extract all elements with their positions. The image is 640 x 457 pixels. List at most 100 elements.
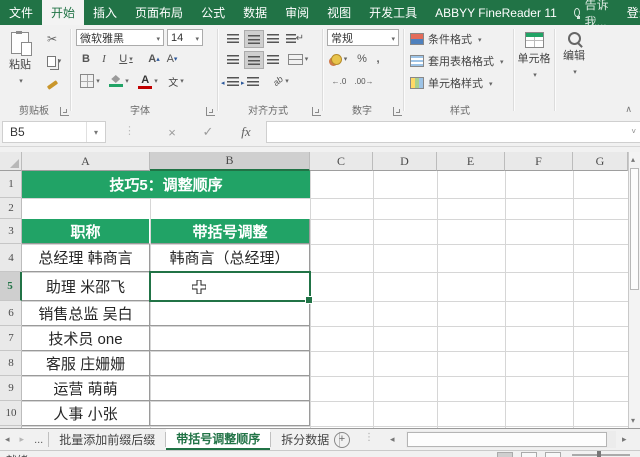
column-header-f[interactable]: F [505, 152, 573, 171]
row-header-1[interactable]: 1 [0, 171, 22, 198]
percent-style-button[interactable]: % [354, 51, 370, 67]
sheet-tab-bracket-reorder[interactable]: 带括号调整顺序 [166, 429, 270, 450]
formula-expand-icon[interactable]: ˅ [631, 127, 636, 136]
hscroll-right-icon[interactable]: ▸ [622, 429, 627, 450]
row-header-2[interactable]: 2 [0, 198, 22, 219]
align-center-button[interactable] [244, 51, 264, 69]
formula-input[interactable] [266, 121, 640, 143]
row-header-10[interactable]: 10 [0, 401, 22, 426]
clipboard-dialog-launcher[interactable] [60, 107, 69, 116]
row-header-5[interactable]: 5 [0, 272, 22, 301]
cell-b9[interactable] [150, 376, 310, 401]
tab-view[interactable]: 视图 [318, 0, 360, 25]
enter-button[interactable]: ✓ [192, 121, 224, 143]
tab-developer[interactable]: 开发工具 [360, 0, 426, 25]
cut-button[interactable] [42, 31, 62, 47]
tab-review[interactable]: 审阅 [276, 0, 318, 25]
align-left-button[interactable] [224, 51, 242, 67]
cell-styles-button[interactable]: 单元格样式 [410, 74, 493, 92]
page-layout-view-button[interactable] [521, 452, 537, 457]
tab-page-layout[interactable]: 页面布局 [126, 0, 192, 25]
hscroll-left-icon[interactable]: ◂ [390, 429, 395, 450]
cancel-button[interactable]: × [156, 121, 188, 143]
column-header-c[interactable]: C [310, 152, 373, 171]
cell-a1-title[interactable]: 技巧5：调整顺序 [22, 171, 310, 198]
align-bottom-button[interactable] [264, 30, 282, 46]
name-box[interactable]: B5 ▾ [2, 121, 106, 143]
row-header-4[interactable]: 4 [0, 244, 22, 272]
tab-abbyy[interactable]: ABBYY FineReader 11 [426, 0, 566, 25]
align-top-button[interactable] [224, 30, 242, 46]
row-header-8[interactable]: 8 [0, 351, 22, 376]
format-as-table-button[interactable]: 套用表格格式 [410, 52, 504, 70]
cell-b7[interactable] [150, 326, 310, 351]
cell-a5[interactable]: 助理 米邵飞 [22, 272, 150, 301]
decrease-indent-button[interactable]: ◂ [224, 73, 242, 89]
sheet-nav-next-icon[interactable]: ▸ [15, 429, 30, 450]
copy-button[interactable] [42, 53, 66, 69]
tab-formulas[interactable]: 公式 [192, 0, 234, 25]
cell-b6[interactable] [150, 301, 310, 326]
collapse-ribbon-icon[interactable]: ∧ [625, 104, 632, 115]
horizontal-scroll-thumb[interactable] [407, 432, 607, 447]
scroll-up-icon[interactable]: ▴ [631, 155, 635, 164]
horizontal-scrollbar[interactable] [406, 431, 616, 448]
font-size-combo[interactable]: 14 [167, 29, 203, 46]
accounting-format-button[interactable] [328, 51, 350, 67]
cells-button[interactable]: 单元格 [516, 28, 552, 102]
row-header-6[interactable]: 6 [0, 301, 22, 326]
tab-home[interactable]: 开始 [42, 0, 84, 25]
comma-style-button[interactable]: , [372, 51, 384, 67]
sign-in-button[interactable]: 登录 [618, 0, 640, 25]
cell-a10[interactable]: 人事 小张 [22, 401, 150, 426]
underline-button[interactable]: U [114, 51, 138, 67]
editing-button[interactable]: 编辑 [556, 28, 592, 102]
shrink-font-button[interactable]: A▾ [164, 51, 180, 67]
wrap-text-button[interactable] [286, 30, 304, 46]
orientation-button[interactable] [268, 73, 294, 89]
align-middle-button[interactable] [244, 30, 264, 48]
cell-a8[interactable]: 客服 庄姗姗 [22, 351, 150, 376]
decrease-decimal-button[interactable] [352, 73, 376, 89]
zoom-slider-thumb[interactable] [597, 451, 601, 457]
cell-a9[interactable]: 运营 萌萌 [22, 376, 150, 401]
row-header-3[interactable]: 3 [0, 219, 22, 244]
increase-decimal-button[interactable] [328, 73, 350, 89]
tab-file[interactable]: 文件 [0, 0, 42, 25]
cell-b10[interactable] [150, 401, 310, 426]
font-name-combo[interactable]: 微软雅黑 [76, 29, 164, 46]
font-color-button[interactable]: A [136, 73, 160, 89]
paste-button[interactable]: 粘贴 [2, 28, 38, 102]
row-header-9[interactable]: 9 [0, 376, 22, 401]
cell-b3-header[interactable]: 带括号调整 [151, 219, 310, 244]
sheet-nav-prev-icon[interactable]: ◂ [0, 429, 15, 450]
borders-button[interactable] [78, 73, 102, 89]
cell-a6[interactable]: 销售总监 吴白 [22, 301, 150, 326]
format-painter-button[interactable] [42, 77, 62, 93]
scroll-down-icon[interactable]: ▾ [631, 416, 635, 425]
bold-button[interactable]: B [78, 51, 94, 67]
align-dialog-launcher[interactable] [312, 107, 321, 116]
tab-insert[interactable]: 插入 [84, 0, 126, 25]
column-header-d[interactable]: D [373, 152, 437, 171]
tab-data[interactable]: 数据 [234, 0, 276, 25]
number-dialog-launcher[interactable] [393, 107, 402, 116]
vertical-scroll-thumb[interactable] [630, 168, 639, 290]
cell-b8[interactable] [150, 351, 310, 376]
cell-a4[interactable]: 总经理 韩商言 [22, 244, 150, 272]
conditional-formatting-button[interactable]: 条件格式 [410, 30, 482, 48]
sheet-tab-split-data[interactable]: 拆分数据 [271, 429, 339, 450]
align-right-button[interactable] [264, 51, 282, 67]
vertical-scrollbar[interactable]: ▴ ▾ [628, 152, 640, 428]
row-header-7[interactable]: 7 [0, 326, 22, 351]
increase-indent-button[interactable]: ▸ [244, 73, 262, 89]
sheet-tab-batch-prefix[interactable]: 批量添加前缀后缀 [49, 429, 165, 450]
sheet-nav-more[interactable]: ... [29, 429, 48, 450]
column-header-g[interactable]: G [573, 152, 628, 171]
insert-function-button[interactable]: fx [230, 121, 262, 143]
number-format-combo[interactable]: 常规 [327, 29, 399, 46]
page-break-view-button[interactable] [545, 452, 561, 457]
tell-me[interactable]: 告诉我... [566, 0, 618, 25]
select-all-corner[interactable] [0, 152, 22, 171]
sheet-grid[interactable]: 技巧5：调整顺序 职称 带括号调整 总经理 韩商言 助理 米邵飞 销售总监 吴白… [22, 171, 628, 428]
